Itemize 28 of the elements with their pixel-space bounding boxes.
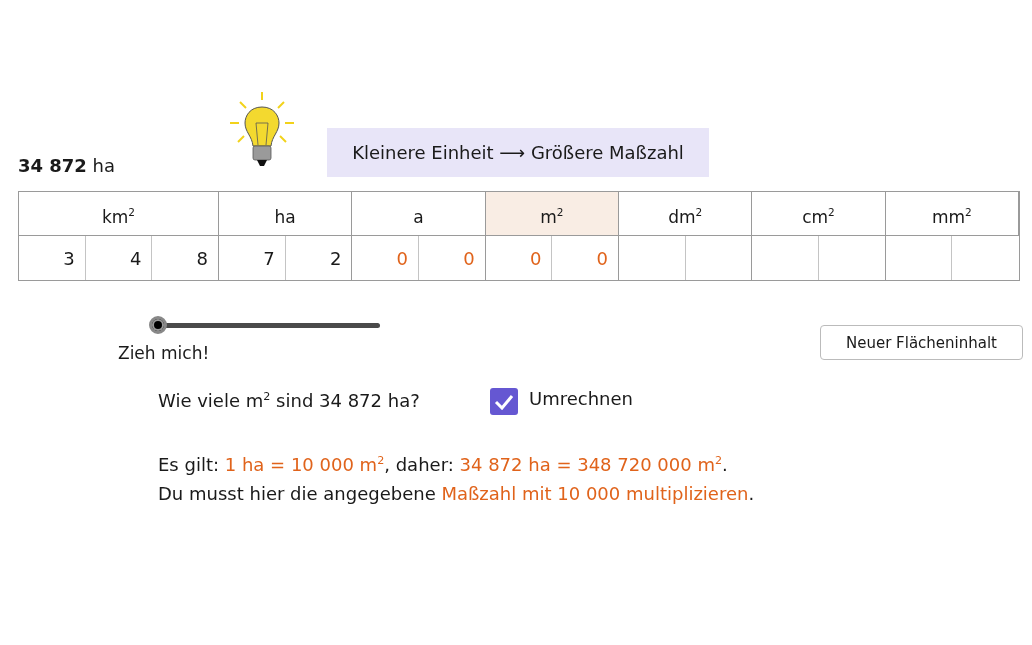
- unit-header: mm$^{2}$: [885, 192, 1019, 236]
- explanation-text: Es gilt: 1 ha = 10 000 m$^{2}$, daher: 34 872 ha = 348 720 000 m$^{2}$.: [158, 453, 729, 477]
- check-icon: [494, 393, 514, 410]
- new-area-button[interactable]: Neuer Flächeninhalt: [820, 325, 1023, 360]
- unit-header: a: [352, 192, 486, 236]
- unit-header: dm$^{2}$: [619, 192, 753, 236]
- convert-checkbox[interactable]: [490, 388, 518, 415]
- slider[interactable]: [150, 316, 380, 334]
- digit-cell: 2: [285, 236, 353, 280]
- digit-cell: 0: [352, 236, 419, 280]
- digit-cell: 8: [152, 236, 219, 280]
- rule-banner: Kleinere Einheit ⟶ Größere Maßzahl: [327, 128, 709, 177]
- unit-header: ha: [219, 192, 353, 236]
- question-text: Wie viele m$^{2}$ sind 34 872 ha?: [158, 390, 420, 411]
- unit-header: cm$^{2}$: [752, 192, 886, 236]
- area-value: 34 872 ha: [18, 155, 116, 176]
- digit-cell: 0: [485, 236, 553, 280]
- digit-cell: 0: [419, 236, 486, 280]
- checkbox-label: Umrechnen: [529, 388, 633, 409]
- digit-cell: 7: [219, 236, 286, 280]
- unit-header: m$^{2}$: [485, 192, 619, 236]
- slider-thumb[interactable]: [149, 316, 167, 334]
- unit-header: km$^{2}$: [19, 192, 219, 236]
- digit-cell: 3: [19, 236, 86, 280]
- digit-cell: 0: [552, 236, 619, 280]
- explanation-text: Du musst hier die angegebene Maßzahl mit 10 000 multiplizieren.: [158, 482, 755, 506]
- slider-label: Zieh mich!: [118, 343, 210, 363]
- digit-cell: 4: [85, 236, 153, 280]
